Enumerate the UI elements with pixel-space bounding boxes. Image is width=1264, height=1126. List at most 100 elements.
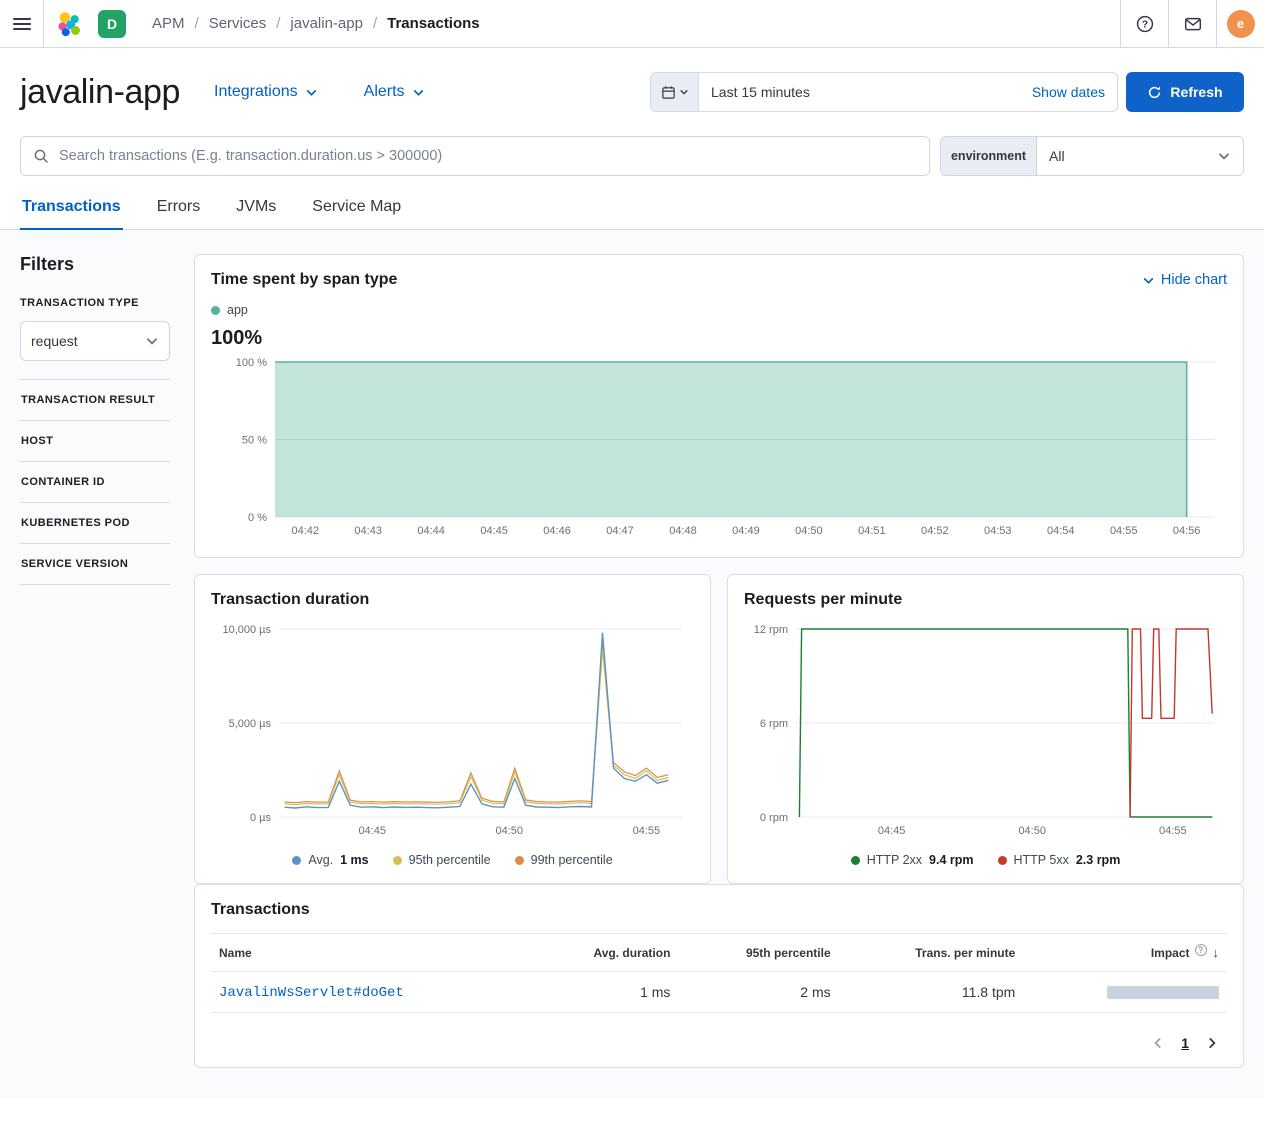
legend-dot bbox=[515, 856, 524, 865]
filters-title: Filters bbox=[20, 254, 170, 275]
column-name[interactable]: Name bbox=[211, 934, 531, 972]
transaction-type-select[interactable]: request bbox=[20, 321, 170, 361]
breadcrumb-services[interactable]: Services bbox=[185, 15, 267, 32]
legend-item-avg[interactable]: Avg. 1 ms bbox=[292, 853, 368, 867]
tab-service-map[interactable]: Service Map bbox=[310, 196, 403, 230]
refresh-icon bbox=[1147, 85, 1162, 100]
info-icon[interactable]: ? bbox=[1195, 944, 1207, 956]
legend-item-p99[interactable]: 99th percentile bbox=[515, 853, 613, 867]
tab-transactions[interactable]: Transactions bbox=[20, 196, 123, 230]
next-page-button[interactable] bbox=[1205, 1036, 1219, 1050]
tab-jvms[interactable]: JVMs bbox=[234, 196, 278, 230]
span-type-chart[interactable]: 0 %50 %100 %04:4204:4304:4404:4504:4604:… bbox=[211, 356, 1227, 541]
hide-chart-button[interactable]: Hide chart bbox=[1142, 272, 1227, 288]
refresh-button[interactable]: Refresh bbox=[1126, 72, 1244, 112]
avg-duration-value: 1 ms bbox=[531, 972, 679, 1013]
search-row: environment All bbox=[0, 112, 1264, 176]
search-transactions-input[interactable] bbox=[57, 147, 917, 165]
legend-item-p95[interactable]: 95th percentile bbox=[393, 853, 491, 867]
svg-text:04:48: 04:48 bbox=[669, 525, 697, 537]
legend-dot bbox=[851, 856, 860, 865]
column-trans-per-minute[interactable]: Trans. per minute bbox=[839, 934, 1024, 972]
svg-text:04:42: 04:42 bbox=[291, 525, 319, 537]
breadcrumb-service-name[interactable]: javalin-app bbox=[266, 15, 363, 32]
tpm-value: 11.8 tpm bbox=[839, 972, 1024, 1013]
transaction-duration-legend: Avg. 1 ms 95th percentile 99th percentil… bbox=[211, 853, 694, 867]
transactions-table-panel: Transactions Name Avg. duration 95th per… bbox=[194, 884, 1244, 1068]
breadcrumb-apm[interactable]: APM bbox=[152, 15, 185, 32]
menu-toggle-button[interactable] bbox=[0, 0, 44, 47]
hamburger-icon bbox=[13, 15, 31, 33]
quick-select-menu-button[interactable] bbox=[651, 73, 699, 111]
alerts-menu[interactable]: Alerts bbox=[364, 83, 425, 101]
span-type-overall-value: 100% bbox=[211, 327, 1227, 350]
service-tabs: Transactions Errors JVMs Service Map bbox=[0, 196, 1264, 230]
help-icon: ? bbox=[1136, 15, 1154, 33]
transaction-type-label: TRANSACTION TYPE bbox=[20, 297, 170, 309]
svg-text:5,000 µs: 5,000 µs bbox=[229, 718, 272, 730]
svg-text:04:51: 04:51 bbox=[858, 525, 886, 537]
svg-text:04:50: 04:50 bbox=[795, 525, 823, 537]
tab-errors[interactable]: Errors bbox=[155, 196, 203, 230]
elastic-logo[interactable] bbox=[44, 0, 94, 47]
filters-sidebar: Filters TRANSACTION TYPE request TRANSAC… bbox=[20, 254, 170, 585]
requests-per-minute-chart[interactable]: 0 rpm6 rpm12 rpm04:4504:5004:55 bbox=[744, 623, 1227, 841]
time-range-value[interactable]: Last 15 minutes bbox=[699, 84, 1020, 100]
filter-service-version[interactable]: SERVICE VERSION bbox=[20, 544, 170, 584]
space-badge: D bbox=[98, 10, 126, 38]
svg-text:04:43: 04:43 bbox=[354, 525, 382, 537]
chevron-down-icon bbox=[1217, 149, 1231, 163]
chevron-down-icon bbox=[145, 334, 159, 348]
filter-kubernetes-pod[interactable]: KUBERNETES POD bbox=[20, 503, 170, 543]
legend-dot bbox=[211, 306, 220, 315]
table-row: JavalinWsServlet#doGet 1 ms 2 ms 11.8 tp… bbox=[211, 972, 1227, 1013]
previous-page-button[interactable] bbox=[1151, 1036, 1165, 1050]
column-avg-duration[interactable]: Avg. duration bbox=[531, 934, 679, 972]
svg-text:04:56: 04:56 bbox=[1173, 525, 1201, 537]
environment-filter: environment All bbox=[940, 136, 1244, 176]
svg-text:04:45: 04:45 bbox=[358, 825, 386, 837]
elastic-logo-icon bbox=[56, 11, 82, 37]
filter-transaction-result[interactable]: TRANSACTION RESULT bbox=[20, 380, 170, 420]
svg-text:0 %: 0 % bbox=[248, 512, 267, 524]
user-menu-button[interactable]: e bbox=[1216, 0, 1264, 47]
transaction-duration-panel: Transaction duration 0 µs5,000 µs10,000 … bbox=[194, 574, 711, 884]
svg-text:04:44: 04:44 bbox=[417, 525, 445, 537]
transaction-duration-title: Transaction duration bbox=[211, 591, 694, 609]
chevron-down-icon bbox=[412, 86, 425, 99]
legend-dot bbox=[393, 856, 402, 865]
svg-text:0 rpm: 0 rpm bbox=[760, 812, 788, 824]
newsfeed-button[interactable] bbox=[1168, 0, 1216, 47]
span-type-legend[interactable]: app bbox=[211, 303, 1227, 317]
impact-bar bbox=[1107, 986, 1219, 999]
transactions-table: Name Avg. duration 95th percentile Trans… bbox=[211, 933, 1227, 1013]
column-impact[interactable]: Impact?↓ bbox=[1023, 934, 1227, 972]
show-dates-button[interactable]: Show dates bbox=[1020, 84, 1117, 100]
main-column: Time spent by span type Hide chart app 1… bbox=[194, 254, 1244, 1068]
help-menu-button[interactable]: ? bbox=[1120, 0, 1168, 47]
integrations-menu[interactable]: Integrations bbox=[214, 83, 318, 101]
svg-text:?: ? bbox=[1141, 19, 1147, 30]
chevron-left-icon bbox=[1151, 1036, 1165, 1050]
filter-container-id[interactable]: CONTAINER ID bbox=[20, 462, 170, 502]
svg-text:04:52: 04:52 bbox=[921, 525, 949, 537]
sort-desc-icon: ↓ bbox=[1213, 945, 1220, 960]
space-switcher[interactable]: D bbox=[94, 0, 130, 47]
svg-text:10,000 µs: 10,000 µs bbox=[222, 624, 271, 636]
legend-dot bbox=[998, 856, 1007, 865]
environment-select[interactable]: All bbox=[1037, 137, 1243, 175]
chevron-down-icon bbox=[305, 86, 318, 99]
filter-host[interactable]: HOST bbox=[20, 421, 170, 461]
svg-text:04:46: 04:46 bbox=[543, 525, 571, 537]
column-95th-percentile[interactable]: 95th percentile bbox=[678, 934, 838, 972]
svg-text:04:47: 04:47 bbox=[606, 525, 634, 537]
svg-text:6 rpm: 6 rpm bbox=[760, 718, 788, 730]
svg-text:04:54: 04:54 bbox=[1047, 525, 1075, 537]
legend-item-http-5xx[interactable]: HTTP 5xx 2.3 rpm bbox=[998, 853, 1121, 867]
transaction-link[interactable]: JavalinWsServlet#doGet bbox=[219, 985, 404, 1001]
top-navigation-bar: D APM Services javalin-app Transactions … bbox=[0, 0, 1264, 48]
page-number-current[interactable]: 1 bbox=[1181, 1035, 1189, 1051]
svg-text:04:45: 04:45 bbox=[878, 825, 906, 837]
transaction-duration-chart[interactable]: 0 µs5,000 µs10,000 µs04:4504:5004:55 bbox=[211, 623, 694, 841]
legend-item-http-2xx[interactable]: HTTP 2xx 9.4 rpm bbox=[851, 853, 974, 867]
